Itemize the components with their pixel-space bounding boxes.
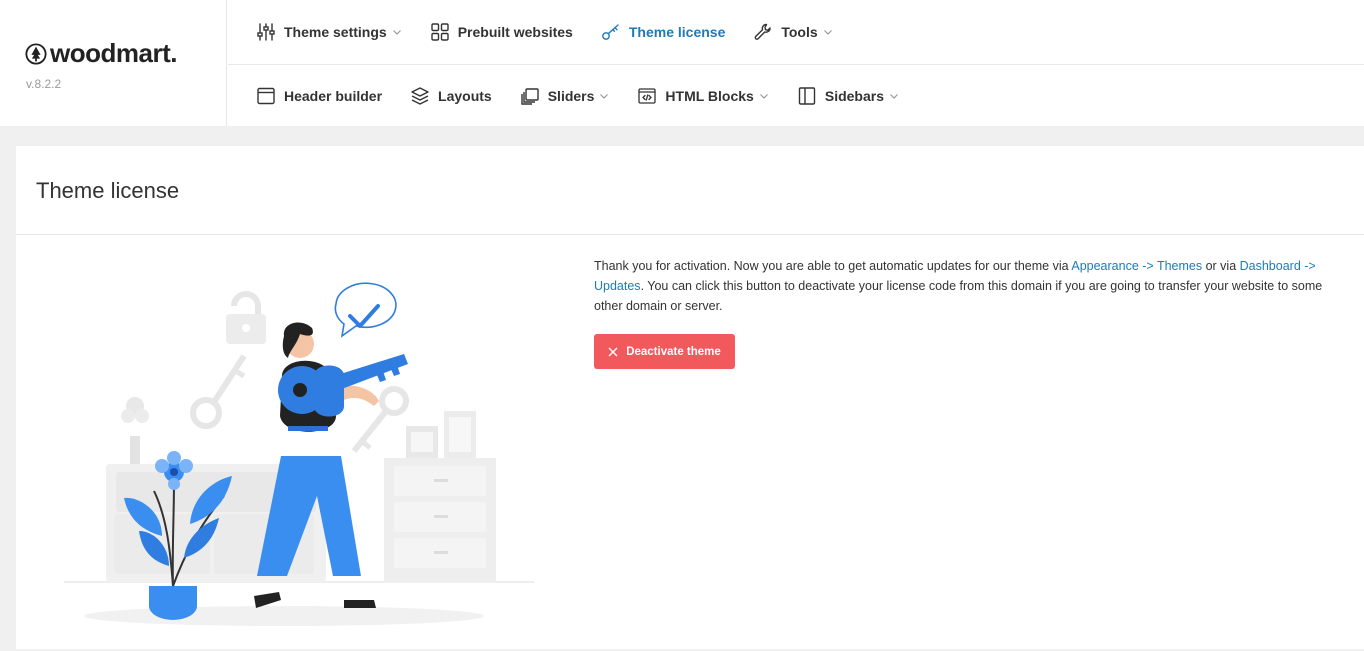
nav-label: Sliders (547, 87, 595, 104)
brand-panel: woodmart. v.8.2.2 (0, 0, 227, 126)
nav-label: Theme license (628, 24, 726, 40)
nav-header-builder[interactable]: Header builder (256, 65, 382, 126)
nav-label: Tools (781, 24, 818, 40)
nav-row-secondary: Header builder Layouts Sliders HTML Bloc… (228, 65, 1364, 126)
close-icon (608, 347, 618, 356)
message-text: . You can click this button to deactivat… (594, 279, 1323, 313)
nav-theme-settings[interactable]: Theme settings (256, 0, 402, 64)
sliders-icon (256, 22, 276, 42)
message-text: Thank you for activation. Now you are ab… (594, 259, 1072, 273)
nav-theme-license[interactable]: Theme license (601, 0, 726, 64)
chevron-down-icon (599, 91, 609, 101)
code-block-icon (637, 86, 657, 106)
nav-label: Theme settings (284, 24, 387, 40)
layers-icon (410, 86, 430, 106)
license-card: Theme license Thank you for activation. … (16, 146, 1364, 649)
chevron-down-icon (759, 91, 769, 101)
chevron-down-icon (392, 27, 402, 37)
grid-icon (430, 22, 450, 42)
version-label: v.8.2.2 (26, 77, 62, 91)
nav-sidebars[interactable]: Sidebars (797, 65, 899, 126)
tree-logo-icon (25, 42, 47, 65)
window-icon (256, 86, 276, 106)
nav-label: Header builder (284, 87, 383, 104)
nav-label: HTML Blocks (665, 87, 754, 104)
appearance-themes-link[interactable]: Appearance -> Themes (1071, 259, 1202, 273)
nav-html-blocks[interactable]: HTML Blocks (637, 65, 768, 126)
message-text: or via (1202, 259, 1240, 273)
nav-label: Prebuilt websites (457, 24, 573, 40)
chevron-down-icon (823, 27, 833, 37)
sidebar-icon (797, 86, 817, 106)
nav-row-primary: Theme settings Prebuilt websites Theme l… (228, 0, 1364, 65)
woodmart-logo[interactable]: woodmart. (25, 38, 177, 69)
nav-prebuilt-websites[interactable]: Prebuilt websites (430, 0, 573, 64)
deactivate-label: Deactivate theme (626, 345, 721, 358)
wrench-icon (753, 22, 773, 42)
chevron-down-icon (889, 91, 899, 101)
slides-icon (520, 86, 540, 106)
nav-label: Sidebars (824, 87, 884, 104)
logo-text: woodmart. (50, 38, 177, 68)
page-title: Theme license (36, 178, 180, 203)
nav-tools[interactable]: Tools (753, 0, 832, 64)
nav-label: Layouts (438, 87, 492, 104)
nav-layouts[interactable]: Layouts (410, 65, 492, 126)
divider (16, 234, 1364, 235)
nav-sliders[interactable]: Sliders (520, 65, 610, 126)
activation-message: Thank you for activation. Now you are ab… (594, 256, 1354, 316)
license-illustration (64, 282, 534, 626)
deactivate-theme-button[interactable]: Deactivate theme (594, 334, 735, 369)
key-icon (601, 22, 621, 42)
admin-header: woodmart. v.8.2.2 Theme settings Prebuil… (0, 0, 1364, 126)
